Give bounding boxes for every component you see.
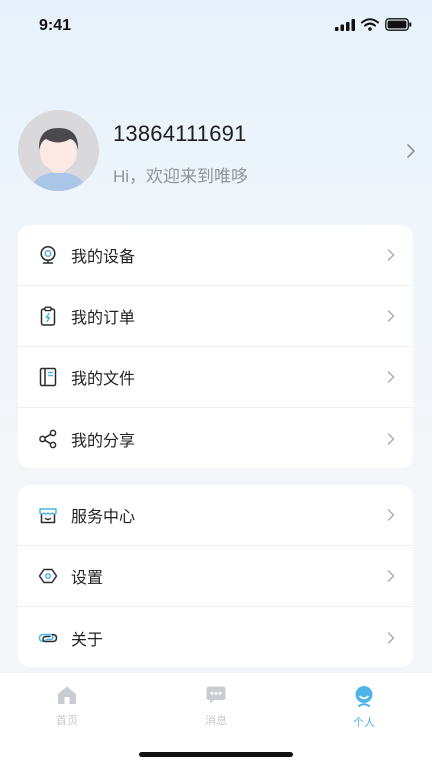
menu-item-label: 我的文件	[71, 371, 136, 388]
tab-profile[interactable]: 个人	[324, 685, 404, 730]
menu-item-my-shares[interactable]: 我的分享	[18, 408, 413, 469]
tab-messages[interactable]: 消息	[176, 685, 256, 728]
profile-header[interactable]: 13864111691 Hi，欢迎来到唯哆	[18, 110, 418, 192]
menu-card-account: 我的设备 我的订单 我的文件 我的分享	[18, 225, 413, 468]
tab-label: 消息	[205, 715, 227, 727]
person-icon	[355, 686, 373, 707]
status-time: 9:41	[39, 17, 72, 34]
chevron-right-icon	[387, 570, 395, 582]
chevron-right-icon	[387, 509, 395, 521]
home-indicator	[139, 752, 293, 757]
chevron-right-icon	[387, 310, 395, 322]
menu-item-label: 我的分享	[71, 432, 136, 450]
menu-card-general: 服务中心 设置 关于	[18, 485, 413, 667]
wifi-icon	[361, 18, 379, 31]
menu-item-about[interactable]: 关于	[18, 607, 413, 668]
user-greeting: Hi，欢迎来到唯哆	[113, 167, 249, 186]
status-bar: 9:41	[0, 0, 432, 54]
message-icon	[206, 686, 226, 704]
share-icon	[39, 429, 57, 448]
camera-icon	[40, 245, 56, 264]
tab-home[interactable]: 首页	[27, 685, 107, 728]
menu-item-service-center[interactable]: 服务中心	[18, 485, 413, 546]
menu-item-settings[interactable]: 设置	[18, 546, 413, 607]
link-loop-icon	[38, 633, 58, 642]
chevron-right-icon	[387, 249, 395, 261]
tab-label: 首页	[56, 715, 78, 727]
chevron-right-icon	[387, 631, 395, 644]
battery-icon	[385, 18, 412, 31]
chevron-right-icon	[387, 371, 395, 383]
tab-label: 个人	[353, 717, 375, 729]
order-clipboard-icon	[40, 306, 56, 326]
menu-item-label: 关于	[71, 631, 104, 649]
avatar-placeholder-icon	[18, 110, 99, 191]
menu-item-my-files[interactable]: 我的文件	[18, 347, 413, 408]
store-icon	[39, 508, 57, 524]
chevron-right-icon	[387, 432, 395, 445]
menu-item-my-devices[interactable]: 我的设备	[18, 225, 413, 286]
home-icon	[58, 686, 76, 704]
menu-item-label: 服务中心	[71, 509, 136, 526]
status-icons	[335, 18, 412, 31]
settings-hexagon-icon	[38, 568, 58, 584]
avatar[interactable]	[18, 110, 99, 191]
notebook-icon	[39, 367, 57, 387]
user-phone: 13864111691	[113, 121, 247, 146]
signal-icon	[335, 18, 355, 31]
menu-item-label: 我的设备	[71, 249, 136, 266]
chevron-right-icon	[407, 144, 415, 158]
menu-item-label: 设置	[71, 570, 104, 587]
menu-item-my-orders[interactable]: 我的订单	[18, 286, 413, 347]
menu-item-label: 我的订单	[71, 310, 136, 327]
